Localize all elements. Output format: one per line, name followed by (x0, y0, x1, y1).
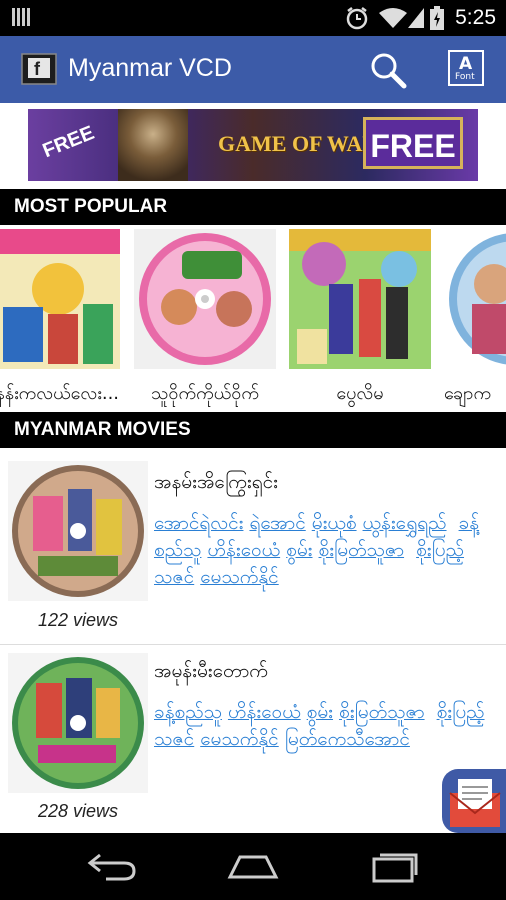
signal-icon (408, 8, 424, 28)
banner-warrior-image (118, 109, 188, 181)
notification-bars-icon (12, 8, 30, 26)
popular-item-title: သူဝိုက်ကိုယ်ဝိုက် (151, 383, 259, 404)
cast-link[interactable]: မြတ်ကေသီအောင် (285, 728, 410, 750)
battery-icon (430, 6, 444, 30)
cast-link[interactable]: စွမ်း (307, 701, 333, 723)
cast-link[interactable]: ခန့်စည်သူ (154, 701, 222, 723)
banner-free-left: FREE (39, 121, 98, 163)
recents-icon[interactable] (370, 849, 420, 883)
cast-link[interactable]: စိုးမြတ်သူဇာ (339, 701, 425, 723)
back-icon[interactable] (86, 849, 138, 883)
section-title-movies: MYANMAR MOVIES (14, 419, 191, 440)
popular-item-title: အနန်းကလယ်လေး... (0, 383, 120, 404)
view-count: 122 views (37, 610, 119, 630)
app-logo-icon[interactable]: f (20, 50, 58, 88)
alarm-icon (346, 7, 368, 30)
movie-thumbnail (8, 653, 148, 793)
cast-list: ခန့်စည်သူ ဟိန်းဝေယံ စွမ်း စိုးမြတ်သူဇာ စိုး… (154, 699, 494, 753)
cover-image (0, 229, 120, 369)
app-bar: f Myanmar VCD A Font (0, 36, 506, 103)
status-time: 5:25 (455, 6, 496, 29)
cast-link[interactable]: စွမ်း (286, 539, 312, 561)
status-bar: 5:25 (0, 0, 506, 36)
list-item[interactable]: 228 views အမုန်းမီးတောက် ခန့်စည်သူ ဟိန်းဝ… (0, 645, 506, 833)
mail-icon (449, 779, 501, 827)
mail-fab-button[interactable] (442, 769, 506, 833)
popular-item[interactable]: ပွေလိမ (289, 229, 431, 408)
navigation-bar (0, 833, 506, 900)
home-icon[interactable] (226, 849, 280, 883)
popular-item[interactable]: အနန်းကလယ်လေး... (0, 229, 120, 408)
popular-item-title: ချောက (444, 383, 492, 404)
cast-link[interactable]: ဟိန်းဝေယံ (207, 539, 280, 561)
cast-link[interactable]: မေသက်နိုင် (200, 566, 279, 588)
movie-title[interactable]: အမုန်းမီးတောက် (154, 659, 268, 687)
cast-link[interactable]: ဟိန်းဝေယံ (228, 701, 301, 723)
svg-text:f: f (34, 59, 41, 79)
font-button-label: Font (455, 72, 475, 82)
cover-image (444, 229, 506, 369)
cover-image (289, 229, 431, 369)
view-count: 228 views (37, 801, 119, 821)
movie-title[interactable]: အနမ်းအိကြွေးရှင်း (154, 470, 278, 498)
section-header-movies: MYANMAR MOVIES (0, 412, 506, 448)
popular-item[interactable]: သူဝိုက်ကိုယ်ဝိုက် (134, 229, 276, 408)
cast-list: အောင်ရဲလင်း ရဲအောင် မိုးယုစံ ယွန်းရွှေရည် ခ… (154, 510, 494, 591)
wifi-icon (379, 8, 407, 28)
popular-item[interactable]: ချောက (444, 229, 506, 408)
section-title-popular: MOST POPULAR (14, 196, 168, 217)
cast-link[interactable]: စိုးမြတ်သူဇာ (319, 539, 405, 561)
popular-carousel[interactable]: အနန်းကလယ်လေး... သူဝိုက်ကိုယ်ဝိုက် ပွေလိမ (0, 225, 506, 412)
list-item[interactable]: 122 views အနမ်းအိကြွေးရှင်း အောင်ရဲလင်း ရ… (0, 448, 506, 645)
section-header-popular: MOST POPULAR (0, 189, 506, 225)
cast-link[interactable]: မိုးယုစံ (312, 512, 357, 534)
cast-link[interactable]: မေသက်နိုင် (200, 728, 279, 750)
movie-thumbnail (8, 461, 148, 601)
banner-free-right: FREE (363, 117, 463, 169)
cast-link[interactable]: ရဲအောင် (249, 512, 305, 534)
app-title: Myanmar VCD (68, 54, 232, 82)
font-icon-letter: A (459, 54, 473, 74)
banner-title: GAME OF WAR (218, 131, 379, 156)
cast-link[interactable]: အောင်ရဲလင်း (154, 512, 243, 534)
popular-item-title: ပွေလိမ (336, 383, 384, 404)
ad-banner[interactable]: FREE GAME OF WAR FREE (28, 109, 478, 181)
cast-link[interactable]: ယွန်းရွှေရည် (363, 512, 447, 534)
movie-list: 122 views အနမ်းအိကြွေးရှင်း အောင်ရဲလင်း ရ… (0, 448, 506, 833)
font-button[interactable]: A Font (448, 50, 484, 86)
search-icon[interactable] (368, 50, 408, 90)
cover-image (134, 229, 276, 369)
